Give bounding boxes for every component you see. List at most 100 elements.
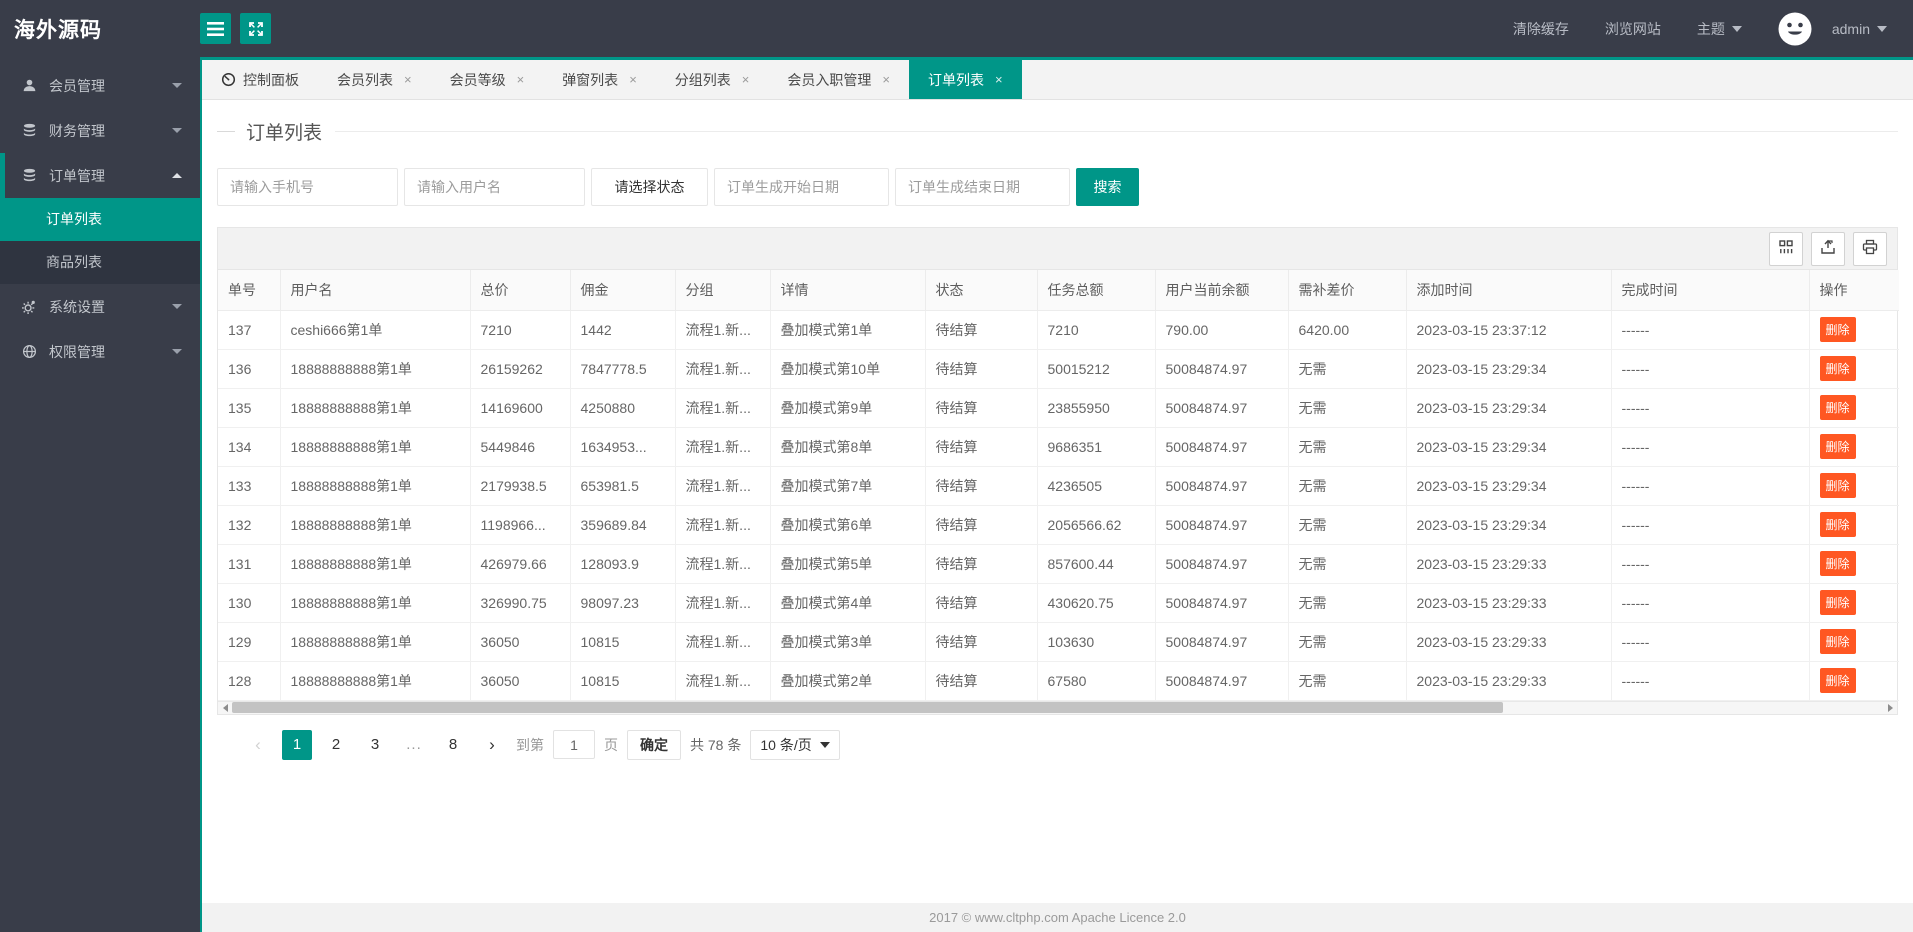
table-cell: 9686351 [1036, 426, 1156, 467]
table-cell: 50015212 [1036, 348, 1156, 389]
page-button-8[interactable]: 8 [438, 730, 468, 760]
delete-button[interactable]: 删除 [1819, 590, 1856, 615]
sidebar-item-order-list[interactable]: 订单列表 [0, 198, 200, 241]
phone-input[interactable] [217, 168, 398, 206]
delete-button[interactable]: 删除 [1819, 551, 1856, 576]
page-button-2[interactable]: 2 [321, 730, 351, 760]
table-cell: ------ [1610, 582, 1810, 623]
print-button[interactable] [1853, 231, 1887, 266]
filter-columns-button[interactable] [1769, 231, 1803, 266]
scrollbar-thumb[interactable] [232, 702, 1504, 713]
table-cell: ------ [1610, 543, 1810, 584]
table-cell: 2023-03-15 23:29:33 [1405, 621, 1612, 662]
sidebar-item-member[interactable]: 会员管理 [0, 63, 200, 108]
close-icon[interactable]: × [742, 73, 750, 86]
sidebar-item-system[interactable]: 系统设置 [0, 284, 200, 329]
table-cell: 98097.23 [569, 582, 676, 623]
avatar[interactable] [1778, 12, 1812, 46]
table-header-row: 单号 用户名 总价 佣金 分组 详情 状态 任务总额 用户当前余额 需补差价 添加时间 完成时间 操作 [218, 270, 1899, 311]
delete-button[interactable]: 删除 [1819, 434, 1856, 459]
header: 海外源码 清除缓存 浏览网站 主题 admin [0, 0, 1913, 57]
delete-button[interactable]: 删除 [1819, 356, 1856, 381]
next-page-button[interactable]: › [477, 730, 507, 760]
table-cell: 待结算 [924, 348, 1038, 389]
tab-dashboard[interactable]: 控制面板 [202, 60, 318, 99]
table-cell: 2023-03-15 23:29:34 [1405, 348, 1612, 389]
jump-suffix-label: 页 [604, 736, 618, 753]
app: 海外源码 清除缓存 浏览网站 主题 admin 会员管理 财务管理 订单管理 订单列表… [0, 0, 1913, 932]
page-title-row: 订单列表 [217, 110, 1898, 152]
table-cell: 653981.5 [569, 465, 676, 506]
export-button[interactable] [1811, 231, 1845, 266]
table-cell: 4250880 [569, 387, 676, 428]
column-header: 完成时间 [1610, 270, 1810, 311]
hamburger-icon [207, 21, 224, 36]
delete-button[interactable]: 删除 [1819, 473, 1856, 498]
sidebar-item-goods-list[interactable]: 商品列表 [0, 241, 200, 284]
table-row: 137 ceshi666第1单 7210 1442 流程1.新... 叠加模式第1单 待结算… [218, 309, 1899, 350]
close-icon[interactable]: × [517, 73, 525, 86]
page-size-select[interactable]: 10 条/页 [750, 729, 840, 760]
start-date-input[interactable] [714, 168, 889, 206]
sidebar-item-permission[interactable]: 权限管理 [0, 329, 200, 374]
table-cell: 857600.44 [1036, 543, 1156, 584]
scrollbar-track[interactable] [232, 701, 1883, 714]
chevron-down-icon [1731, 25, 1742, 32]
prev-page-button[interactable]: ‹ [243, 730, 273, 760]
close-icon[interactable]: × [404, 73, 412, 86]
close-icon[interactable]: × [995, 73, 1003, 86]
fullscreen-button[interactable] [240, 13, 271, 44]
theme-dropdown[interactable]: 主题 [1697, 19, 1742, 39]
clear-cache-link[interactable]: 清除缓存 [1513, 19, 1569, 39]
column-header: 状态 [924, 270, 1038, 311]
tab-order-list[interactable]: 订单列表 × [908, 60, 1022, 99]
table-cell: 18888888888第1单 [279, 387, 471, 428]
delete-button[interactable]: 删除 [1819, 668, 1856, 693]
end-date-input[interactable] [895, 168, 1070, 206]
table-row: 132 18888888888第1单 1198966... 359689.84 流程1.… [218, 504, 1899, 545]
sidebar-item-finance[interactable]: 财务管理 [0, 108, 200, 153]
total-count-label: 共 78 条 [690, 736, 742, 753]
table-cell: 359689.84 [569, 504, 676, 545]
table-cell: 133 [218, 465, 281, 506]
close-icon[interactable]: × [882, 73, 890, 86]
table-cell: 待结算 [924, 582, 1038, 623]
scroll-right-arrow[interactable] [1883, 701, 1897, 714]
jump-page-input[interactable] [553, 730, 595, 759]
sidebar-item-order[interactable]: 订单管理 [0, 153, 200, 198]
tab-member-list[interactable]: 会员列表 × [318, 60, 431, 99]
status-select-button[interactable]: 请选择状态 [591, 168, 708, 206]
user-menu[interactable]: admin [1832, 21, 1887, 37]
tab-label: 弹窗列表 [562, 71, 619, 88]
tab-popup-list[interactable]: 弹窗列表 × [543, 60, 656, 99]
table-cell: 1634953... [569, 426, 676, 467]
tab-label: 订单列表 [927, 71, 984, 88]
menu-toggle-button[interactable] [200, 13, 231, 44]
page-button-3[interactable]: 3 [360, 730, 390, 760]
delete-button[interactable]: 删除 [1819, 512, 1856, 537]
sidebar-subitem-label: 订单列表 [46, 211, 102, 227]
close-icon[interactable]: × [629, 73, 637, 86]
scroll-left-arrow[interactable] [218, 701, 232, 714]
search-button[interactable]: 搜索 [1076, 168, 1139, 206]
confirm-button[interactable]: 确定 [627, 729, 681, 760]
table-cell: 流程1.新... [674, 582, 771, 623]
tab-member-entry[interactable]: 会员入职管理 × [768, 60, 909, 99]
table-cell: 50084874.97 [1154, 660, 1289, 701]
table-cell: ------ [1610, 660, 1810, 701]
tab-bar: 控制面板 会员列表 × 会员等级 × 弹窗列表 × 分组列表 × 会员入职管理 × 订单列表 × [202, 60, 1913, 100]
browse-site-link[interactable]: 浏览网站 [1605, 19, 1661, 39]
tab-member-level[interactable]: 会员等级 × [431, 60, 544, 99]
delete-button[interactable]: 删除 [1819, 395, 1856, 420]
username-input[interactable] [404, 168, 585, 206]
tab-group-list[interactable]: 分组列表 × [656, 60, 769, 99]
sidebar-item-label: 财务管理 [49, 122, 105, 139]
horizontal-scrollbar[interactable] [218, 700, 1897, 714]
table-cell: 无需 [1287, 621, 1407, 662]
delete-button[interactable]: 删除 [1819, 629, 1856, 654]
table-cell: 50084874.97 [1154, 348, 1289, 389]
table-row: 128 18888888888第1单 36050 10815 流程1.新... 叠加模式第… [218, 660, 1899, 701]
page-button-1[interactable]: 1 [282, 729, 312, 760]
orders-table: 单号 用户名 总价 佣金 分组 详情 状态 任务总额 用户当前余额 需补差价 添加时间 完成时间 操作 … [218, 270, 1899, 701]
delete-button[interactable]: 删除 [1819, 317, 1856, 342]
